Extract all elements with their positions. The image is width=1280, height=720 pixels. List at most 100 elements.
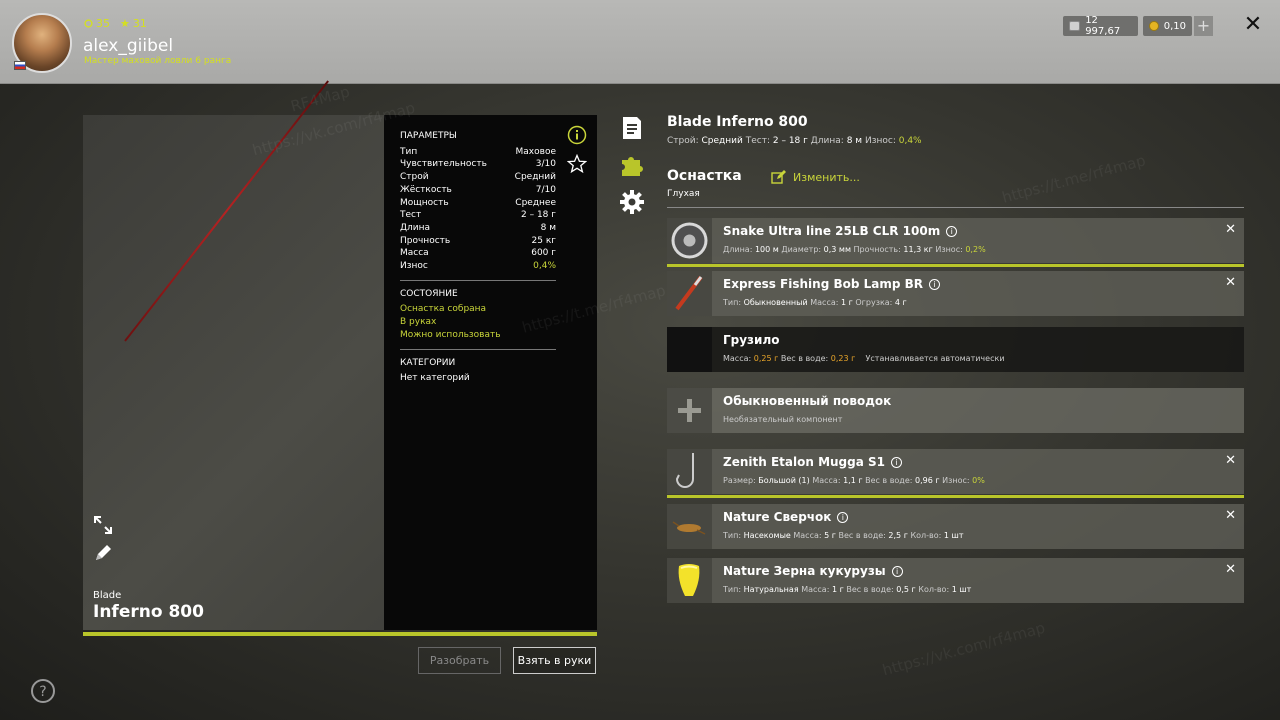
tackle-slot-bait-corn[interactable]: Nature Зерна кукурузы i Тип: Натуральная …	[667, 558, 1244, 603]
sinker-thumb	[667, 327, 712, 372]
tab-description-icon[interactable]	[619, 115, 645, 141]
param-value: Средний	[514, 172, 556, 183]
info-icon[interactable]: i	[946, 225, 958, 237]
slot-meta: Необязательный компонент	[723, 415, 842, 424]
param-row: Тест 2 – 18 г	[400, 209, 556, 222]
slot-name: Nature Сверчок	[723, 510, 832, 524]
meta-label: Кол-во:	[910, 531, 942, 540]
meta-value: 0,2%	[965, 245, 986, 254]
corn-thumb	[667, 558, 712, 603]
meta-label: Износ:	[935, 245, 963, 254]
param-key: Мощность	[400, 197, 449, 208]
info-icon[interactable]: i	[891, 456, 902, 468]
slot-meta: Тип: Насекомые Масса: 5 г Вес в воде: 2,…	[723, 531, 964, 540]
help-icon[interactable]: ?	[30, 678, 56, 704]
expand-icon[interactable]	[93, 515, 113, 535]
info-icon[interactable]	[567, 125, 587, 145]
summary-value: Средний	[701, 136, 743, 146]
state-item: Можно использовать	[400, 329, 501, 340]
param-value: 8 м	[540, 222, 556, 233]
slot-title: Nature Зерна кукурузы i	[723, 564, 903, 578]
meta-value: Обыкновенный	[743, 298, 808, 307]
plus-icon	[678, 399, 701, 422]
rod-underline	[83, 632, 597, 636]
rename-pencil-icon[interactable]	[93, 543, 113, 563]
categories-title: КАТЕГОРИИ	[400, 357, 456, 368]
meta-label: Длина:	[723, 245, 753, 254]
info-icon[interactable]: i	[837, 511, 849, 523]
tackle-slot-float[interactable]: Express Fishing Bob Lamp BR i Тип: Обыкно…	[667, 271, 1244, 316]
take-in-hands-button[interactable]: Взять в руки	[513, 647, 596, 674]
remove-item-button[interactable]: ✕	[1225, 453, 1236, 468]
condition-bar	[667, 264, 1244, 267]
param-value: Среднее	[515, 197, 556, 208]
tackle-slot-line[interactable]: Snake Ultra line 25LB CLR 100m i Длина: 1…	[667, 218, 1244, 267]
remove-item-button[interactable]: ✕	[1225, 562, 1236, 577]
edit-tackle-link[interactable]: Изменить...	[771, 170, 860, 184]
param-value: 2 – 18 г	[521, 210, 556, 221]
meta-label: Тип:	[723, 585, 742, 594]
edit-icon	[771, 170, 786, 184]
edit-tackle-label: Изменить...	[793, 170, 860, 184]
gold-value: 0,10	[1163, 20, 1186, 32]
slot-meta: Длина: 100 м Диаметр: 0,3 мм Прочность: …	[723, 245, 986, 254]
close-button[interactable]: ✕	[1242, 14, 1264, 36]
param-row: Длина 8 м	[400, 222, 556, 235]
remove-item-button[interactable]: ✕	[1225, 222, 1236, 237]
state-title: СОСТОЯНИЕ	[400, 288, 458, 299]
param-key: Прочность	[400, 235, 451, 246]
info-icon[interactable]: i	[929, 278, 941, 290]
summary-label: Строй:	[667, 136, 699, 146]
param-value: 0,4%	[533, 261, 556, 272]
line-spool-thumb	[667, 218, 712, 263]
meta-value: 0%	[972, 476, 985, 485]
meta-label: Кол-во:	[918, 585, 950, 594]
tackle-slot-sinker: Грузило Масса: 0,25 г Вес в воде: 0,23 г…	[667, 327, 1244, 372]
meta-value: 11,3 кг	[903, 245, 933, 254]
remove-item-button[interactable]: ✕	[1225, 508, 1236, 523]
silver-value: 12 997,67	[1085, 15, 1121, 37]
divider	[667, 207, 1244, 208]
meta-value: 0,3 мм	[823, 245, 851, 254]
gold-coins-icon	[1149, 21, 1159, 31]
info-icon[interactable]: i	[891, 565, 903, 577]
slot-title: Грузило	[723, 333, 779, 347]
add-leader-thumb	[667, 388, 712, 433]
meta-label: Тип:	[723, 531, 742, 540]
meta-label: Масса:	[793, 531, 822, 540]
param-row: Жёсткость 7/10	[400, 184, 556, 197]
categories-value: Нет категорий	[400, 373, 470, 384]
star-icon: ★	[120, 17, 130, 30]
stars-value: 31	[132, 17, 147, 30]
param-value: 7/10	[535, 184, 556, 195]
player-stats: 35 ★ 31	[84, 17, 147, 30]
tab-tackle-puzzle-icon[interactable]	[619, 152, 645, 178]
tackle-slot-hook[interactable]: Zenith Etalon Mugga S1 i Размер: Большой …	[667, 449, 1244, 498]
favorite-star-icon[interactable]	[567, 154, 587, 174]
meta-label: Размер:	[723, 476, 756, 485]
meta-note: Устанавливается автоматически	[865, 354, 1005, 363]
gold-balance: 0,10	[1143, 16, 1192, 36]
slot-name: Обыкновенный поводок	[723, 394, 892, 408]
meta-value: 0,5 г	[896, 585, 916, 594]
tab-settings-gear-icon[interactable]	[619, 189, 645, 215]
param-row: Мощность Среднее	[400, 197, 556, 210]
add-currency-button[interactable]: +	[1194, 16, 1213, 36]
meta-value: 1 г	[840, 298, 853, 307]
remove-item-button[interactable]: ✕	[1225, 275, 1236, 290]
disassemble-button[interactable]: Разобрать	[418, 647, 501, 674]
tackle-slot-leader[interactable]: Обыкновенный поводок Необязательный комп…	[667, 388, 1244, 433]
meta-label: Масса:	[723, 354, 752, 363]
slot-name: Snake Ultra line 25LB CLR 100m	[723, 224, 941, 238]
tackle-slot-bait-cricket[interactable]: Nature Сверчок i Тип: Насекомые Масса: 5 …	[667, 504, 1244, 549]
param-key: Жёсткость	[400, 184, 452, 195]
tackle-title: Оснастка	[667, 168, 742, 184]
slot-name: Express Fishing Bob Lamp BR	[723, 277, 924, 291]
summary-label: Длина:	[810, 136, 844, 146]
param-key: Строй	[400, 172, 429, 183]
param-value: Маховое	[515, 146, 556, 157]
country-flag-icon	[14, 61, 26, 70]
meta-label: Масса:	[812, 476, 841, 485]
username: alex_giibel	[83, 36, 174, 56]
top-bar: 35 ★ 31 alex_giibel Мастер маховой ловли…	[0, 0, 1280, 84]
